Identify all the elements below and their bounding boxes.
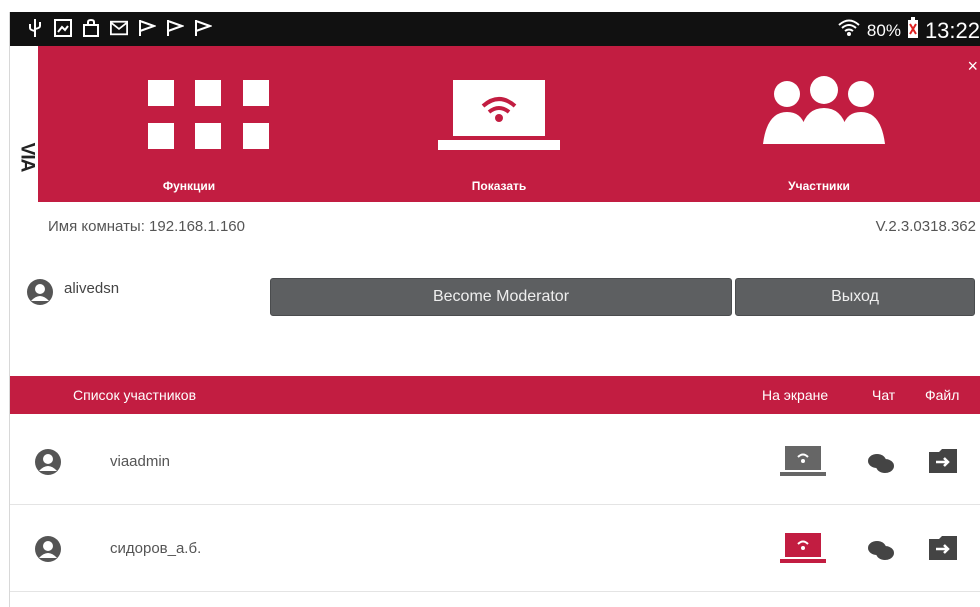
usb-icon	[26, 19, 44, 37]
participant-row[interactable]: viaadmin	[10, 418, 980, 505]
battery-icon	[907, 17, 919, 44]
participants-header: Список участников На экране Чат Файл	[10, 376, 980, 414]
version-label: V.2.3.0318.362	[875, 218, 976, 235]
participant-name: viaadmin	[110, 453, 171, 470]
flag-icon	[194, 19, 212, 37]
laptop-wifi-icon	[438, 80, 560, 157]
people-icon	[763, 76, 885, 151]
close-icon[interactable]: ×	[967, 56, 978, 77]
user-avatar-icon	[26, 278, 54, 311]
brand-strip: VIA	[10, 46, 38, 202]
nav-functions-label: Функции	[162, 179, 216, 193]
current-user-name: alivedsn	[64, 280, 120, 297]
flag-icon	[138, 19, 156, 37]
grid-icon	[148, 80, 270, 155]
status-icons	[26, 19, 212, 37]
nav-functions[interactable]: Функции	[78, 46, 300, 202]
current-user: alivedsn	[26, 278, 119, 311]
file-send-icon[interactable]	[928, 535, 958, 566]
nav-participants[interactable]: Участники	[708, 46, 930, 202]
status-bar: 80% 13:22	[10, 12, 980, 46]
flag-icon	[166, 19, 184, 37]
wifi-icon	[837, 17, 861, 44]
column-chat: Чат	[872, 387, 896, 403]
become-moderator-button[interactable]: Become Moderator	[270, 278, 732, 316]
participant-row[interactable]: сидоров_а.б.	[10, 505, 980, 592]
screen-share-active-icon[interactable]	[780, 533, 826, 570]
shopping-bag-icon	[82, 19, 100, 37]
nav-participants-label: Участники	[788, 179, 850, 193]
chat-icon[interactable]	[867, 539, 895, 566]
top-nav: Функции Показать Участники ×	[38, 46, 980, 202]
image-icon	[54, 19, 72, 37]
screen-share-icon[interactable]	[780, 446, 826, 483]
nav-show-label: Показать	[471, 179, 527, 193]
email-icon	[110, 19, 128, 37]
clock: 13:22	[924, 17, 980, 43]
room-name: Имя комнаты: 192.168.1.160	[48, 218, 245, 235]
file-send-icon[interactable]	[928, 448, 958, 479]
avatar-icon	[34, 535, 62, 568]
battery-percent: 80%	[866, 20, 901, 40]
avatar-icon	[34, 448, 62, 481]
participant-name: сидоров_а.б.	[110, 540, 202, 557]
nav-show[interactable]: Показать	[388, 46, 610, 202]
participants-title: Список участников	[73, 387, 197, 403]
chat-icon[interactable]	[867, 452, 895, 479]
column-file: Файл	[925, 387, 960, 403]
exit-button[interactable]: Выход	[735, 278, 975, 316]
status-right: 80% 13:22	[837, 17, 980, 44]
column-on-screen: На экране	[762, 387, 829, 403]
via-logo: VIA	[16, 142, 38, 172]
